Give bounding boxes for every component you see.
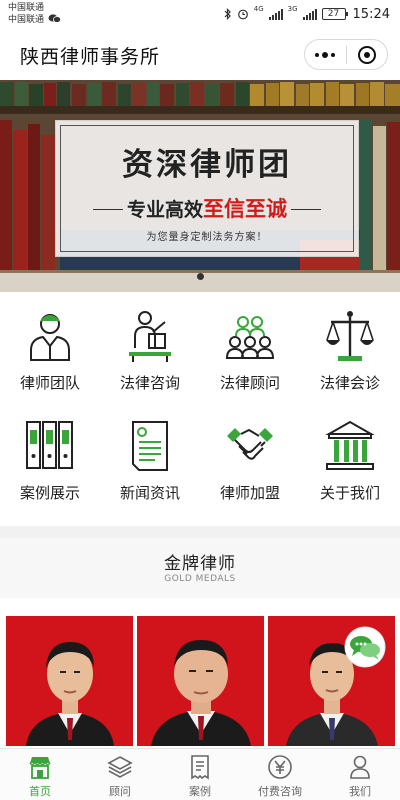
close-icon — [357, 45, 376, 64]
banner-subline: 为您量身定制法务方案！ — [146, 232, 268, 243]
menu-label: 新闻资讯 — [119, 484, 180, 502]
tab-advisor[interactable]: 顾问 — [80, 749, 160, 800]
battery-icon: 27 — [321, 8, 348, 20]
slogan-line-left — [92, 209, 123, 210]
wechat-icon — [48, 14, 62, 23]
bluetooth-icon — [224, 8, 231, 20]
banner-card: 资深律师团 专业高效至信至诚 为您量身定制法务方案！ — [55, 120, 359, 257]
tab-paid-consult[interactable]: 付费咨询 — [240, 749, 320, 800]
signal-icon-2 — [302, 8, 317, 20]
network-type-1: 4G — [253, 5, 264, 13]
tab-label: 付费咨询 — [258, 785, 302, 798]
yuan-icon — [268, 755, 292, 779]
receipt-icon — [191, 755, 209, 780]
person-icon — [350, 755, 370, 779]
miniprogram-capsule — [304, 39, 388, 70]
status-bar: 中国联通 中国联通 4G 3G 27 15:24 — [0, 0, 400, 30]
menu-label: 律师加盟 — [219, 484, 280, 502]
status-icons: 4G 3G 27 15:24 — [224, 6, 390, 22]
case-binders-icon — [26, 421, 73, 469]
tab-label: 顾问 — [109, 785, 131, 798]
layers-icon — [107, 756, 133, 778]
section-header: 金牌律师 GOLD MEDALS — [0, 538, 400, 598]
menu-item-join[interactable]: 律师加盟 — [200, 410, 300, 520]
banner[interactable]: 资深律师团 专业高效至信至诚 为您量身定制法务方案！ — [0, 80, 400, 292]
legal-advisor-icon — [225, 316, 275, 359]
carousel-indicator[interactable] — [197, 273, 204, 280]
alarm-icon — [237, 9, 248, 20]
menu-label: 法律会诊 — [319, 374, 380, 392]
menu-item-legal-consultation[interactable]: 法律会诊 — [300, 300, 400, 410]
more-button[interactable] — [305, 51, 346, 58]
signal-icon-1 — [268, 8, 283, 20]
carrier-1: 中国联通 — [8, 3, 45, 13]
menu-label: 关于我们 — [319, 484, 380, 502]
network-type-2: 3G — [287, 5, 298, 13]
banner-slogan-prefix: 专业高效 — [126, 199, 203, 221]
page: 中国联通 中国联通 4G 3G 27 15:24 陕西律师事务所 资深律师团 专… — [0, 0, 400, 800]
banner-slogan-highlight: 至信至诚 — [203, 197, 287, 221]
section-title: 金牌律师 — [164, 554, 236, 574]
menu-item-legal-consult[interactable]: 法律咨询 — [100, 300, 200, 410]
slogan-line-right — [291, 209, 321, 210]
legal-consult-icon — [129, 311, 171, 362]
menu-label: 案例展示 — [19, 484, 80, 502]
menu-grid: 律师团队 法律咨询 法律顾问 法律会诊 案例展示 新闻资讯 律师加盟 关于我们 — [0, 300, 400, 520]
tab-label: 我们 — [349, 785, 371, 798]
tab-label: 案例 — [189, 785, 211, 798]
home-icon — [29, 757, 51, 779]
clock: 15:24 — [352, 6, 390, 22]
lawyer-team-icon — [30, 314, 70, 361]
title-bar: 陕西律师事务所 — [0, 30, 400, 78]
scales-icon — [326, 311, 374, 361]
handshake-icon — [227, 428, 273, 460]
page-title: 陕西律师事务所 — [20, 46, 161, 68]
menu-item-about[interactable]: 关于我们 — [300, 410, 400, 520]
tab-label: 首页 — [29, 785, 51, 798]
section-divider — [0, 526, 400, 538]
building-icon — [325, 420, 375, 470]
tab-home[interactable]: 首页 — [0, 749, 80, 800]
tab-bar: 首页 顾问 案例 付费咨询 我们 — [0, 748, 400, 800]
menu-item-legal-advisor[interactable]: 法律顾问 — [200, 300, 300, 410]
lawyer-photo — [151, 640, 251, 746]
banner-headline: 资深律师团 — [122, 147, 292, 183]
menu-item-news[interactable]: 新闻资讯 — [100, 410, 200, 520]
tab-about-us[interactable]: 我们 — [320, 749, 400, 800]
menu-label: 法律顾问 — [219, 374, 280, 392]
banner-slogan: 专业高效至信至诚 — [56, 193, 358, 223]
tab-cases[interactable]: 案例 — [160, 749, 240, 800]
close-button[interactable] — [346, 45, 387, 64]
menu-item-cases[interactable]: 案例展示 — [0, 410, 100, 520]
menu-label: 律师团队 — [19, 374, 80, 392]
section-subtitle: GOLD MEDALS — [164, 574, 236, 584]
lawyer-card[interactable] — [6, 616, 133, 746]
menu-item-lawyer-team[interactable]: 律师团队 — [0, 300, 100, 410]
carrier-info: 中国联通 中国联通 — [8, 3, 62, 26]
lawyer-card[interactable] — [137, 616, 264, 746]
menu-label: 法律咨询 — [119, 374, 180, 392]
lawyer-photo — [26, 642, 114, 746]
news-icon — [132, 421, 168, 471]
chat-bubble-icon[interactable] — [344, 626, 386, 668]
carrier-2: 中国联通 — [8, 15, 45, 25]
gold-lawyers-list — [0, 598, 400, 748]
